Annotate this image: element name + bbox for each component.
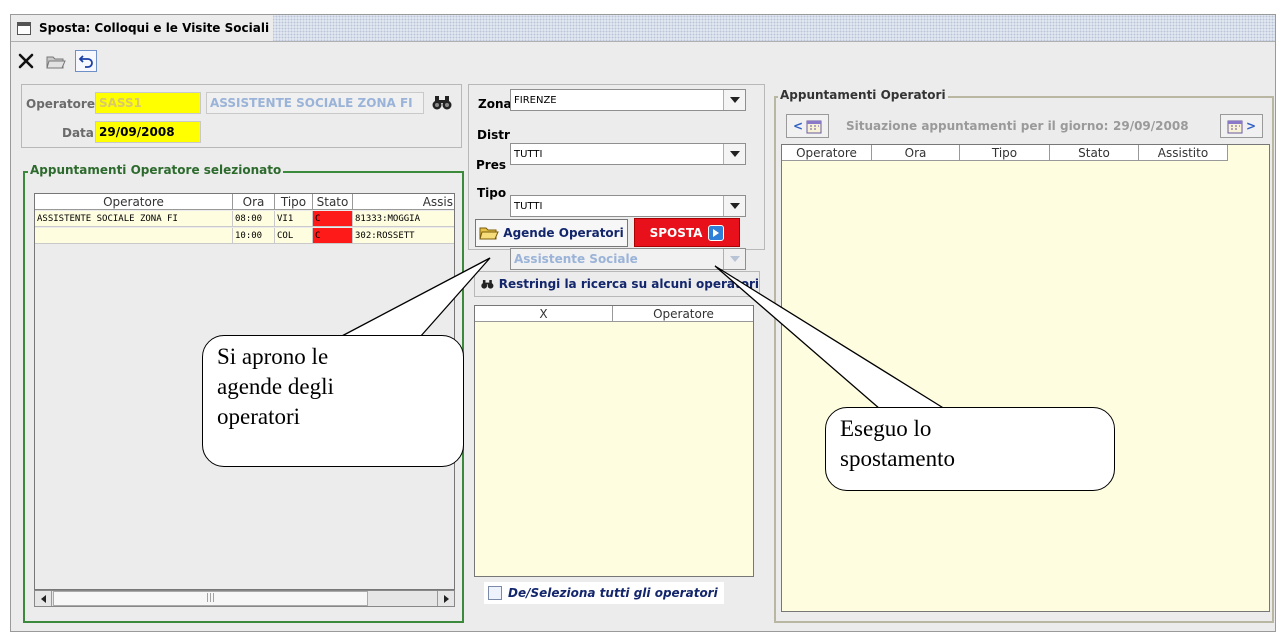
left-callout-pointer <box>339 257 491 338</box>
callout-agende-text: Si aprono le agende degli operatori <box>217 344 334 429</box>
callout-agende: Si aprono le agende degli operatori <box>202 335 464 467</box>
callout-sposta-text: Eseguo lo spostamento <box>840 416 955 471</box>
callout-pointers <box>339 257 946 410</box>
right-callout-pointer <box>714 265 946 410</box>
callout-sposta: Eseguo lo spostamento <box>825 407 1115 491</box>
